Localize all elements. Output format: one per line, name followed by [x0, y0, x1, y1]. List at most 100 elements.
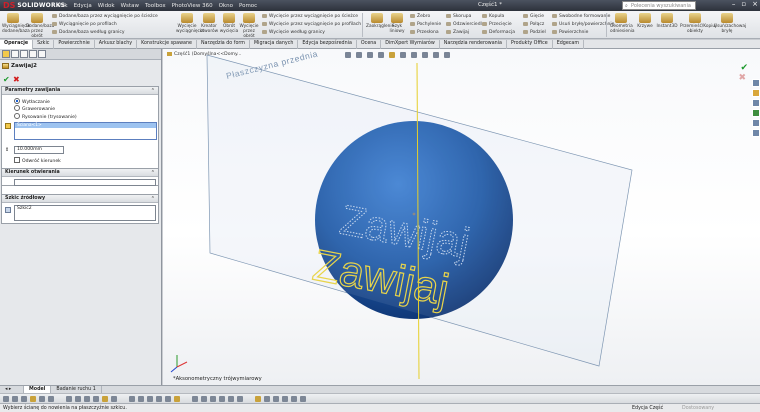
menu-okno[interactable]: Okno	[219, 3, 233, 9]
swept-cut-button[interactable]: Wycięcie przez wyciągnięcie po ścieżce	[262, 14, 358, 19]
status-units[interactable]: Dostosowany	[682, 406, 714, 411]
display-manager-tab-icon[interactable]	[38, 50, 46, 58]
dome-button[interactable]: Kopuła	[482, 14, 504, 19]
previous-view-icon[interactable]	[367, 52, 373, 58]
deform-button[interactable]: Deformacja	[482, 30, 515, 35]
offset-tool-icon[interactable]	[147, 396, 153, 402]
face-tool-icon[interactable]	[273, 396, 279, 402]
line-tool-icon[interactable]	[3, 396, 9, 402]
revolved-cut2-button[interactable]: Wycięcie przez obrót	[238, 13, 260, 39]
group-header[interactable]: Kierunek otwierania ⌃	[2, 169, 158, 177]
depth-input[interactable]: 10.000mm	[14, 146, 64, 154]
collapse-icon[interactable]: ⌃	[151, 88, 155, 94]
minimize-icon[interactable]: –	[732, 0, 736, 8]
polygon-tool-icon[interactable]	[48, 396, 54, 402]
plane-tool-icon[interactable]	[237, 396, 243, 402]
close-icon[interactable]: ×	[752, 0, 758, 8]
source-sketch-item[interactable]: Szkic2	[17, 206, 32, 211]
extend-tool-icon[interactable]	[138, 396, 144, 402]
coordinate-tool-icon[interactable]	[264, 396, 270, 402]
property-manager-tab-icon[interactable]	[11, 50, 19, 58]
boundary-boss-button[interactable]: Dodane/baza według granicy	[52, 30, 125, 35]
tab-migracja-danych[interactable]: Migracja danych	[250, 40, 299, 49]
tab-powierzchnie[interactable]: Powierzchnie	[54, 40, 95, 49]
intersect-button[interactable]: Przecięcie	[482, 22, 512, 27]
source-sketch-list[interactable]: Szkic2	[14, 205, 156, 221]
exit-sketch-tool-icon[interactable]	[300, 396, 306, 402]
tab-edgecam[interactable]: Edgecam	[553, 40, 585, 49]
grid-tool-icon[interactable]	[219, 396, 225, 402]
delete-keep-body-button[interactable]: Usuń/zachowaj bryłę	[714, 13, 746, 34]
cancel-icon[interactable]: ✖	[13, 75, 20, 84]
radio-emboss[interactable]: Wytłaczanie	[14, 98, 50, 105]
appearances-icon[interactable]	[752, 119, 760, 127]
menu-edycja[interactable]: Edycja	[74, 3, 92, 9]
hide-show-icon[interactable]	[411, 52, 417, 58]
edit-appearance-icon[interactable]	[422, 52, 428, 58]
mirror-button[interactable]: Odzwierciedl	[446, 22, 482, 27]
lofted-boss-button[interactable]: Wyciągnięcie po profilach	[52, 22, 117, 27]
snap-tool-icon[interactable]	[228, 396, 234, 402]
extruded-boss-button[interactable]: Wyciągnięcie dodane/baza	[2, 13, 30, 34]
restore-icon[interactable]: ▫	[741, 0, 746, 8]
view-palette-icon[interactable]	[752, 109, 760, 117]
face-selection-list[interactable]: Ściana<1>	[14, 122, 157, 140]
rectangle-tool-icon[interactable]	[12, 396, 18, 402]
display-style-icon[interactable]	[400, 52, 406, 58]
menu-toolbox[interactable]: Toolbox	[145, 3, 166, 9]
file-explorer-icon[interactable]	[752, 99, 760, 107]
trim-tool-icon[interactable]	[129, 396, 135, 402]
tab-operacje[interactable]: Operacje	[0, 40, 34, 49]
tab-arkusz-blachy[interactable]: Arkusz blachy	[95, 40, 138, 49]
combine-button[interactable]: Połącz	[523, 22, 544, 27]
tab-szkic[interactable]: Szkic	[33, 40, 55, 49]
slot-tool-icon[interactable]	[21, 396, 27, 402]
arc-tool-icon[interactable]	[39, 396, 45, 402]
sketch-tool-icon[interactable]	[291, 396, 297, 402]
axis-tool-icon[interactable]	[255, 396, 261, 402]
reference-geometry-button[interactable]: Geometria odniesienia	[610, 13, 635, 34]
wrap-button[interactable]: Przesłona	[410, 30, 439, 35]
group-header[interactable]: Parametry zawijania ⌃	[2, 87, 158, 95]
menu-wstaw[interactable]: Wstaw	[121, 3, 139, 9]
confirm-corner-ok-icon[interactable]: ✔	[740, 63, 748, 73]
search-commands-input[interactable]: ⌕ Polecenia wyszukiwania	[622, 1, 696, 10]
boundary-cut-button[interactable]: Wycięcie według granicy	[262, 30, 325, 35]
draft-button[interactable]: Pochylenie	[410, 22, 441, 27]
ellipse-tool-icon[interactable]	[75, 396, 81, 402]
custom-properties-icon[interactable]	[752, 129, 760, 137]
swept-boss-button[interactable]: Dodane/baza przez wyciągnięcie po ścieżc…	[52, 14, 158, 19]
hole-wizard-button[interactable]: Kreator otworów	[198, 13, 220, 34]
section-view-icon[interactable]	[378, 52, 384, 58]
extruded-cut-button[interactable]: Wycięcie wyciągnięcia	[176, 13, 204, 34]
menu-plik[interactable]: Plik	[58, 3, 68, 9]
flex-button[interactable]: Gięcie	[523, 14, 544, 19]
shell-button[interactable]: Skorupa	[446, 14, 471, 19]
radio-scribe[interactable]: Rysowanie (trysowanie)	[14, 113, 77, 120]
radio-deboss[interactable]: Grawerowanie	[14, 105, 55, 112]
view-orientation-icon[interactable]	[389, 52, 395, 58]
pattern-tool-icon[interactable]	[192, 396, 198, 402]
tab-konstrukcje-spawane[interactable]: Konstrukcje spawane	[137, 40, 197, 49]
reverse-direction-checkbox[interactable]: Odwróć kierunek	[14, 157, 61, 164]
pull-direction-field[interactable]	[14, 179, 156, 186]
fillet-tool-icon[interactable]	[84, 396, 90, 402]
feature-manager-tab-icon[interactable]	[2, 50, 10, 58]
point-tool-icon[interactable]	[102, 396, 108, 402]
collapse-icon[interactable]: ⌃	[151, 196, 155, 202]
group-header[interactable]: Szkic źródłowy ⌃	[2, 195, 158, 203]
ok-icon[interactable]: ✔	[3, 75, 10, 84]
dimension-tool-icon[interactable]	[210, 396, 216, 402]
tab-produkty-office[interactable]: Produkty Office	[507, 40, 553, 49]
model-scene[interactable]: Płaszczyzna przednia Zawijaj Zawijaj	[163, 49, 760, 385]
freeform-button[interactable]: Swobodne formowanie	[552, 14, 610, 19]
flyout-feature-tree[interactable]: Część1 (Domyślna<<Domy...	[167, 52, 241, 57]
move-tool-icon[interactable]	[174, 396, 180, 402]
tab-ocena[interactable]: Ocena	[357, 40, 382, 49]
curves-button[interactable]: Krzywe	[634, 13, 656, 29]
menu-photoview[interactable]: PhotoView 360	[172, 3, 213, 9]
view-settings-icon[interactable]	[444, 52, 450, 58]
graphics-area[interactable]: Płaszczyzna przednia Zawijaj Zawijaj Czę…	[163, 49, 760, 385]
zoom-to-fit-icon[interactable]	[345, 52, 351, 58]
tab-narzedzia-renderowania[interactable]: Narzędzia renderowania	[440, 40, 507, 49]
